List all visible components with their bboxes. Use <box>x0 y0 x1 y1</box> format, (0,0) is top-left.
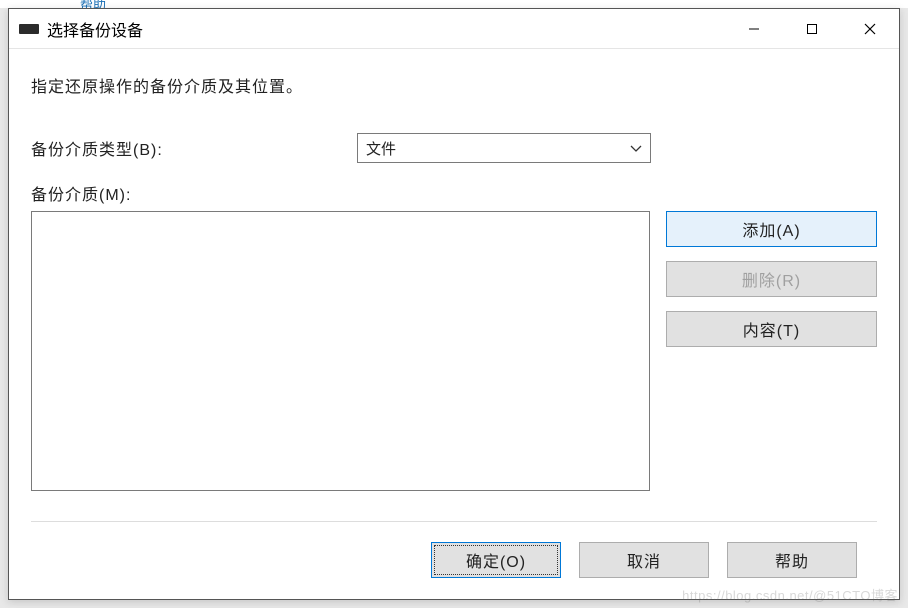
dialog-title: 选择备份设备 <box>47 17 725 41</box>
window-controls <box>725 9 899 48</box>
side-buttons: 添加(A) 删除(R) 内容(T) <box>666 211 877 347</box>
media-row: 添加(A) 删除(R) 内容(T) <box>31 211 877 491</box>
dialog-footer: 确定(O) 取消 帮助 <box>31 542 877 578</box>
background-fragment: 帮助 <box>0 0 908 8</box>
select-backup-device-dialog: 选择备份设备 指定还原操作的备份介质及其位置。 备份介质类型(B): 文件 <box>8 8 900 600</box>
backup-media-listbox[interactable] <box>31 211 650 491</box>
minimize-button[interactable] <box>725 9 783 48</box>
instruction-text: 指定还原操作的备份介质及其位置。 <box>31 73 877 97</box>
media-type-row: 备份介质类型(B): 文件 <box>31 133 877 163</box>
close-button[interactable] <box>841 9 899 48</box>
separator <box>31 521 877 522</box>
media-type-label: 备份介质类型(B): <box>31 136 357 160</box>
titlebar: 选择备份设备 <box>9 9 899 49</box>
content-button[interactable]: 内容(T) <box>666 311 877 347</box>
delete-button: 删除(R) <box>666 261 877 297</box>
ok-button[interactable]: 确定(O) <box>431 542 561 578</box>
cancel-button[interactable]: 取消 <box>579 542 709 578</box>
chevron-down-icon <box>630 140 642 156</box>
media-label: 备份介质(M): <box>31 181 877 205</box>
dialog-body: 指定还原操作的备份介质及其位置。 备份介质类型(B): 文件 备份介质(M): … <box>9 49 899 596</box>
maximize-button[interactable] <box>783 9 841 48</box>
media-type-value: 文件 <box>366 138 642 159</box>
add-button[interactable]: 添加(A) <box>666 211 877 247</box>
help-button[interactable]: 帮助 <box>727 542 857 578</box>
media-type-combobox[interactable]: 文件 <box>357 133 651 163</box>
device-icon <box>19 24 39 34</box>
